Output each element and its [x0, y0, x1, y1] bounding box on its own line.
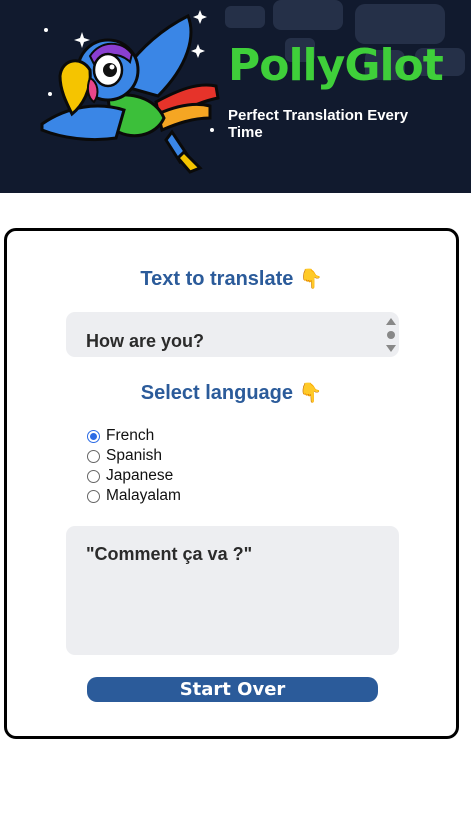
- select-language-label: Select language: [140, 382, 294, 404]
- language-option-label[interactable]: Spanish: [106, 447, 162, 465]
- translate-input-value[interactable]: How are you?: [86, 331, 204, 352]
- pointing-down-icon: 👇: [298, 382, 323, 404]
- brand-tagline: Perfect Translation Every Time: [228, 107, 409, 141]
- language-option-french[interactable]: French: [87, 426, 181, 446]
- pointing-down-icon: 👇: [298, 268, 323, 290]
- translation-output-text: "Comment ça va ?": [86, 544, 253, 564]
- radio-spanish[interactable]: [87, 449, 100, 463]
- radio-french[interactable]: [87, 429, 100, 443]
- text-to-translate-label: Text to translate: [140, 268, 294, 290]
- radio-japanese[interactable]: [87, 469, 100, 483]
- translate-input[interactable]: How are you?: [66, 312, 399, 357]
- language-option-malayalam[interactable]: Malayalam: [87, 486, 181, 506]
- language-option-japanese[interactable]: Japanese: [87, 466, 181, 486]
- parrot-logo-icon: [40, 10, 220, 174]
- language-options: French Spanish Japanese Malayalam: [87, 426, 181, 506]
- translation-output: "Comment ça va ?": [66, 526, 399, 655]
- text-to-translate-heading: Text to translate 👇: [7, 267, 456, 291]
- language-option-label[interactable]: Malayalam: [106, 487, 181, 505]
- language-option-label[interactable]: Japanese: [106, 467, 173, 485]
- translator-card: Text to translate 👇 How are you? Select …: [4, 228, 459, 739]
- app-header: PollyGlot Perfect Translation Every Time: [0, 0, 471, 193]
- brand-title: PollyGlot: [228, 40, 444, 91]
- language-option-spanish[interactable]: Spanish: [87, 446, 181, 466]
- radio-malayalam[interactable]: [87, 489, 100, 503]
- textarea-scrollbar[interactable]: [385, 316, 397, 354]
- select-language-heading: Select language 👇: [7, 381, 456, 405]
- language-option-label[interactable]: French: [106, 427, 154, 445]
- start-over-button[interactable]: Start Over: [87, 677, 378, 702]
